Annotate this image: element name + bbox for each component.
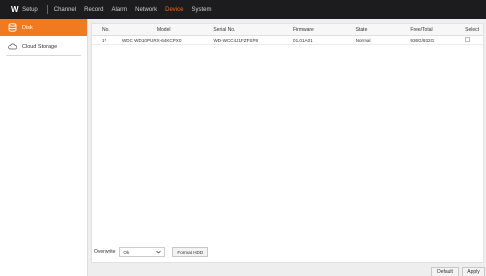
sidebar-divider: [6, 55, 81, 56]
main-nav: Channel Record Alarm Network Device Syst…: [54, 7, 220, 13]
col-state: State: [355, 26, 368, 33]
cell-firmware: 01.01A01: [293, 37, 313, 43]
sidebar-item-disk[interactable]: Disk: [0, 19, 87, 36]
sidebar-item-label: Disk: [22, 24, 33, 31]
app-title: Setup: [22, 6, 38, 13]
cell-model: WDC WD10PURX-64KCPX0: [121, 37, 182, 43]
nav-device[interactable]: Device: [165, 7, 183, 13]
chevron-down-icon: [156, 250, 162, 255]
select-checkbox[interactable]: [465, 37, 471, 42]
overwrite-label: Overwrite: [94, 249, 116, 255]
cell-no: 1*: [102, 37, 107, 43]
nav-system[interactable]: System: [191, 7, 211, 13]
cell-free-total: 936G/932G: [410, 37, 435, 43]
table-header: No. Model Serial No. Firmware State Free…: [92, 24, 483, 36]
cell-select: [465, 37, 483, 43]
col-free-total: Free/Total: [410, 26, 433, 33]
default-button[interactable]: Default: [431, 267, 459, 276]
title-divider: [46, 5, 48, 14]
overwrite-value: Ok: [123, 249, 130, 255]
sidebar: Disk Cloud Storage: [0, 19, 88, 276]
brand-logo: W: [11, 5, 19, 14]
overwrite-controls: Overwrite Ok Format HDD: [94, 247, 209, 257]
cloud-icon: [8, 42, 17, 51]
table-row[interactable]: 1* WDC WD10PURX-64KCPX0 WD-WCC4J1FZFSP8 …: [92, 36, 483, 45]
format-hdd-button[interactable]: Format HDD: [172, 247, 209, 257]
disk-icon: [8, 23, 17, 32]
cell-serial: WD-WCC4J1FZFSP8: [213, 37, 259, 43]
nav-network[interactable]: Network: [135, 7, 157, 13]
apply-button[interactable]: Apply: [462, 267, 485, 276]
nav-channel[interactable]: Channel: [54, 7, 76, 13]
sidebar-item-cloud-storage[interactable]: Cloud Storage: [0, 38, 87, 55]
col-select: Select: [465, 26, 480, 33]
sidebar-item-label: Cloud Storage: [22, 43, 58, 50]
cell-state: Normal: [355, 37, 371, 43]
col-no: No.: [102, 26, 110, 33]
top-bar: W Setup Channel Record Alarm Network Dev…: [0, 0, 486, 19]
col-serial: Serial No.: [213, 26, 236, 33]
overwrite-select[interactable]: Ok: [119, 247, 166, 257]
nav-record[interactable]: Record: [84, 7, 103, 13]
col-model: Model: [156, 26, 171, 33]
nav-alarm[interactable]: Alarm: [111, 7, 127, 13]
disk-panel: No. Model Serial No. Firmware State Free…: [91, 23, 484, 263]
col-firmware: Firmware: [293, 26, 314, 33]
